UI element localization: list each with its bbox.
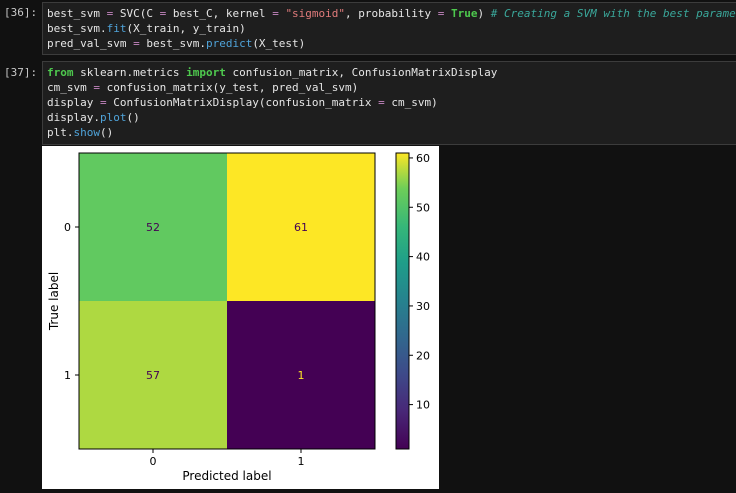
code-line: cm_svm = confusion_matrix(y_test, pred_v… <box>47 80 732 95</box>
code-token: = <box>99 96 107 109</box>
code-token: = <box>133 37 140 50</box>
confusion-matrix-plot: 52 6157 1 0 101 Predicted label True label … <box>47 152 430 483</box>
y-tick-label: 0 <box>64 221 71 234</box>
code-token: SVC(C <box>113 7 160 20</box>
y-tick-label: 1 <box>64 369 71 382</box>
code-token: from <box>47 66 74 79</box>
code-line: display = ConfusionMatrixDisplay(confusi… <box>47 95 732 110</box>
code-line: best_svm.fit(X_train, y_train) <box>47 21 732 36</box>
colorbar-tick-label: 10 <box>416 399 430 412</box>
x-tick-label: 1 <box>298 455 305 468</box>
x-tick-label: 0 <box>150 455 157 468</box>
code-token: sklearn.metrics <box>73 66 187 79</box>
code-token: display. <box>47 111 100 124</box>
colorbar-tick-label: 20 <box>416 349 430 362</box>
code-token: = <box>378 96 385 109</box>
code-token: = <box>272 7 279 20</box>
colorbar-tick-label: 30 <box>416 300 430 313</box>
code-token: ConfusionMatrixDisplay(confusion_matrix <box>106 96 379 109</box>
code-line: from sklearn.metrics import confusion_ma… <box>47 65 732 80</box>
code-token: True <box>451 7 478 20</box>
code-line: pred_val_svm = best_svm.predict(X_test) <box>47 36 732 51</box>
matrix-value-label: 61 <box>294 221 308 234</box>
code-token: , probability <box>345 7 438 20</box>
code-token: predict <box>205 37 253 50</box>
code-token: cm_svm) <box>384 96 438 109</box>
code-token: best_C, kernel <box>166 7 273 20</box>
code-token: "sigmoid" <box>285 7 346 20</box>
cell-36-prompt: [36]: <box>4 6 38 19</box>
matrix-value-label: 52 <box>146 221 160 234</box>
code-token: plot <box>99 111 127 124</box>
colorbar-tick-label: 60 <box>416 152 430 165</box>
code-token: () <box>100 126 114 139</box>
code-token: plt. <box>47 126 74 139</box>
code-token: show <box>73 126 101 139</box>
cell-37-prompt: [37]: <box>4 66 38 79</box>
colorbar-tick-label: 50 <box>416 201 430 214</box>
code-cell-36[interactable]: best_svm = SVC(C = best_C, kernel = "sig… <box>42 2 736 55</box>
code-token: confusion_matrix, ConfusionMatrixDisplay <box>225 66 498 79</box>
code-line: plt.show() <box>47 125 732 140</box>
code-token: pred_val_svm <box>47 37 134 50</box>
code-token: best_svm. <box>139 37 206 50</box>
code-line: display.plot() <box>47 110 732 125</box>
code-token: ) <box>477 7 491 20</box>
code-token: display <box>47 96 100 109</box>
code-token: best_svm <box>47 7 107 20</box>
code-token: fit <box>106 22 127 35</box>
matrix-value-label: 57 <box>146 369 160 382</box>
colorbar-tick-label: 40 <box>416 251 430 264</box>
cell-output-plot: 52 61 57 1 0101 Predicted label True label … <box>42 146 439 489</box>
code-token: import <box>186 66 226 79</box>
code-cell-37[interactable]: from sklearn.metrics import confusion_ma… <box>42 61 736 145</box>
x-axis-label: Predicted label <box>182 469 271 483</box>
code-token: best_svm. <box>47 22 107 35</box>
code-token: () <box>126 111 140 124</box>
matrix-value-label: 1 <box>298 369 305 382</box>
code-token: # Creating a SVM with the best parameter… <box>490 7 736 20</box>
code-token: (X_test) <box>252 37 306 50</box>
code-token: = <box>93 81 100 94</box>
y-axis-label: True label <box>47 272 61 331</box>
code-token: cm_svm <box>47 81 94 94</box>
code-token: (X_train, y_train) <box>126 22 246 35</box>
code-line: best_svm = SVC(C = best_C, kernel = "sig… <box>47 6 736 21</box>
code-token: confusion_matrix(y_test, pred_val_svm) <box>99 81 359 94</box>
colorbar <box>395 152 410 450</box>
